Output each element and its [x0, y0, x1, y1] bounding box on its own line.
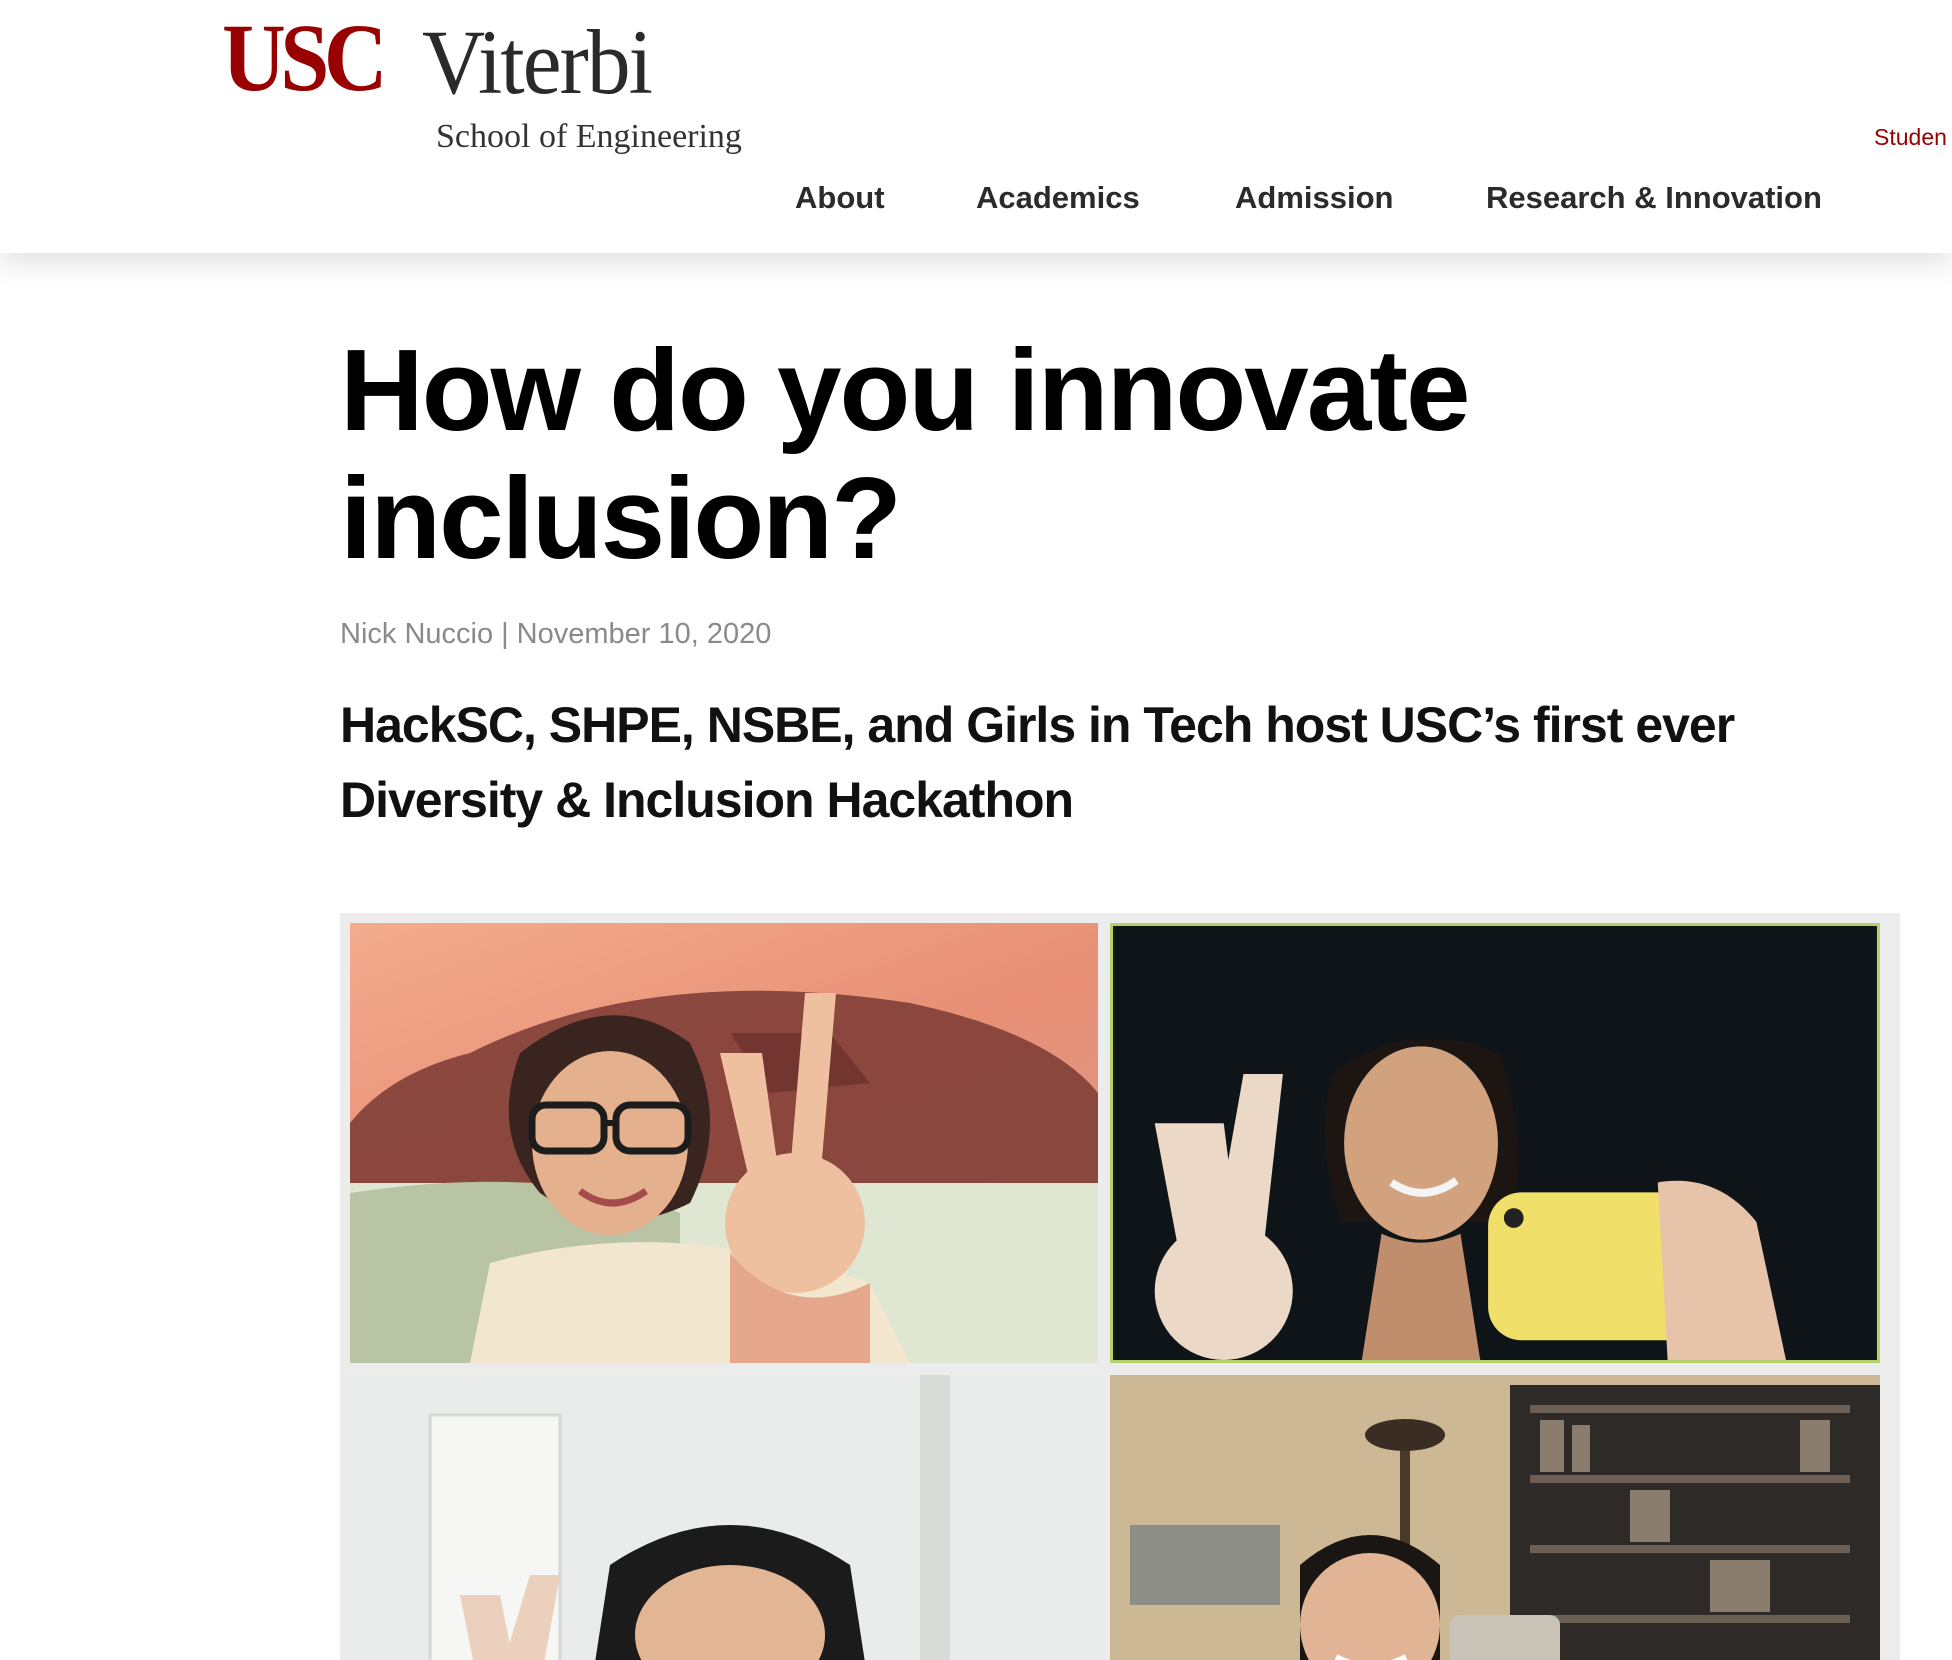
byline-separator: | — [501, 618, 509, 650]
utility-link-students[interactable]: Studen — [1874, 124, 1947, 151]
usc-viterbi-logo[interactable]: USC Viterbi School of Engineering — [222, 10, 762, 160]
nav-item-about[interactable]: About — [795, 180, 885, 216]
nav-item-admission[interactable]: Admission — [1235, 180, 1393, 216]
video-tile-3 — [350, 1375, 1098, 1660]
logo-viterbi-wordmark: Viterbi — [422, 11, 653, 113]
zoom-call-photo — [350, 923, 1890, 1660]
article-title: How do you innovate inclusion? — [340, 325, 1470, 583]
participant-1-illustration — [350, 990, 1098, 1363]
site-header: USC Viterbi School of Engineering Studen… — [0, 0, 1952, 253]
logo-tagline: School of Engineering — [436, 118, 742, 155]
page: USC Viterbi School of Engineering Studen… — [0, 0, 1952, 1660]
video-tile-1 — [350, 923, 1098, 1363]
article-byline: Nick Nuccio | November 10, 2020 — [340, 618, 771, 651]
hero-image — [340, 913, 1900, 1660]
main-nav: About Academics Admission Research & Inn… — [0, 180, 1952, 228]
logo-usc-wordmark: USC — [222, 4, 388, 111]
video-tile-4 — [1110, 1375, 1880, 1660]
article-subtitle: HackSC, SHPE, NSBE, and Girls in Tech ho… — [340, 697, 1735, 828]
participant-3-illustration — [350, 1375, 1098, 1660]
article-date: November 10, 2020 — [516, 618, 772, 650]
participant-4-illustration — [1110, 1375, 1880, 1660]
participant-2-illustration — [1115, 926, 1875, 1360]
nav-item-academics[interactable]: Academics — [976, 180, 1140, 216]
article-author: Nick Nuccio — [340, 618, 494, 650]
video-tile-2 — [1110, 923, 1880, 1363]
nav-item-research-innovation[interactable]: Research & Innovation — [1486, 180, 1822, 216]
